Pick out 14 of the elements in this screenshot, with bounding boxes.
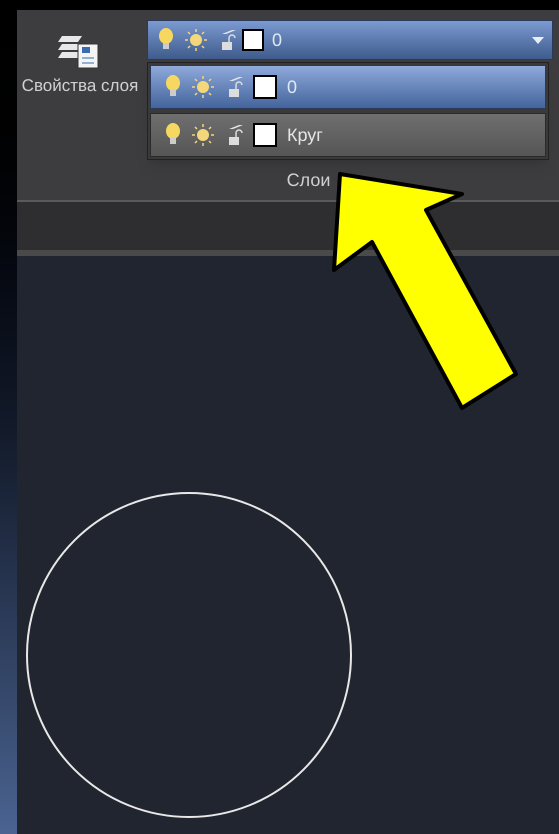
lightbulb-icon[interactable] [165, 123, 181, 147]
sun-icon[interactable] [191, 75, 215, 99]
sun-icon[interactable] [191, 123, 215, 147]
layer-list-item[interactable]: 0 [150, 65, 546, 109]
layer-properties-button[interactable]: Свойства слоя [21, 20, 139, 160]
layer-name: Круг [287, 124, 323, 147]
panel-title[interactable]: Слои [286, 166, 330, 194]
sun-icon[interactable] [184, 28, 208, 52]
lightbulb-icon[interactable] [158, 28, 174, 52]
layer-name: 0 [287, 76, 298, 98]
caret-icon [532, 36, 544, 44]
lightbulb-icon[interactable] [165, 75, 181, 99]
layer-list-item[interactable]: Круг [150, 113, 546, 157]
layer-dropdown[interactable]: 0 [147, 20, 553, 60]
